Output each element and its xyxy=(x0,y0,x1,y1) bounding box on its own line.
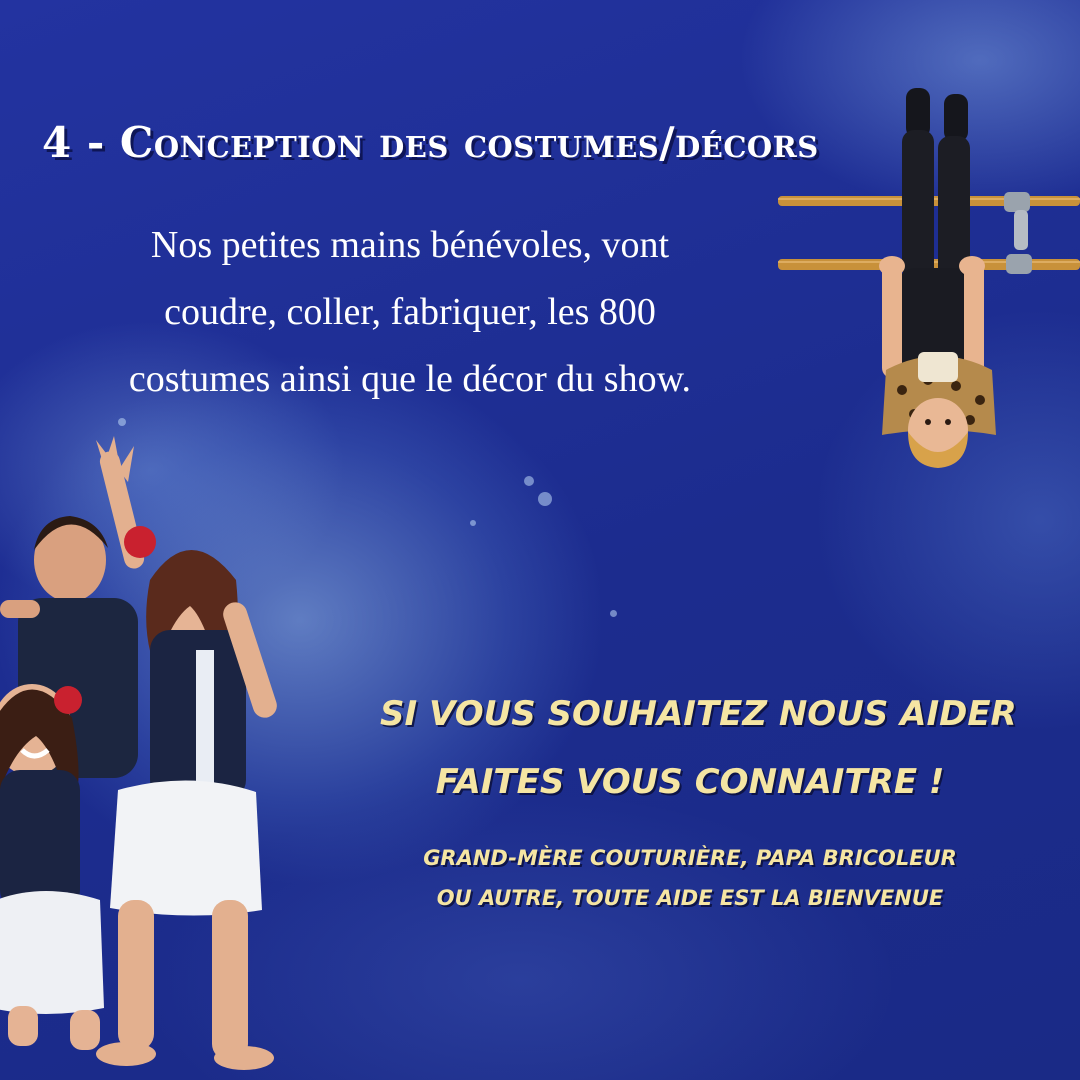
call-to-action-headline-2: FAITES VOUS CONNAITRE ! xyxy=(435,762,945,802)
paint-splatter xyxy=(470,520,476,526)
paint-splatter xyxy=(538,492,552,506)
gymnast-photo xyxy=(778,88,1080,468)
paint-splatter xyxy=(610,610,617,617)
call-to-action-headline: SI VOUS SOUHAITEZ NOUS AIDER xyxy=(380,694,1017,734)
call-to-action-subtext-2: OU AUTRE, TOUTE AIDE EST LA BIENVENUE xyxy=(436,886,944,910)
paint-splatter xyxy=(118,418,126,426)
paint-splatter xyxy=(524,476,534,486)
section-title: 4 - Conception des costumes/décors xyxy=(42,118,819,167)
description-line: costumes ainsi que le décor du show. xyxy=(128,358,692,400)
call-to-action-subtext: GRAND-MÈRE COUTURIÈRE, PAPA BRICOLEUR xyxy=(423,846,957,870)
description-line: Nos petites mains bénévoles, vont xyxy=(150,224,670,266)
description-line: coudre, coller, fabriquer, les 800 xyxy=(164,291,656,333)
description-paragraph: Nos petites mains bénévoles, vont coudre… xyxy=(40,212,780,413)
children-dancing-photo xyxy=(0,436,277,1070)
